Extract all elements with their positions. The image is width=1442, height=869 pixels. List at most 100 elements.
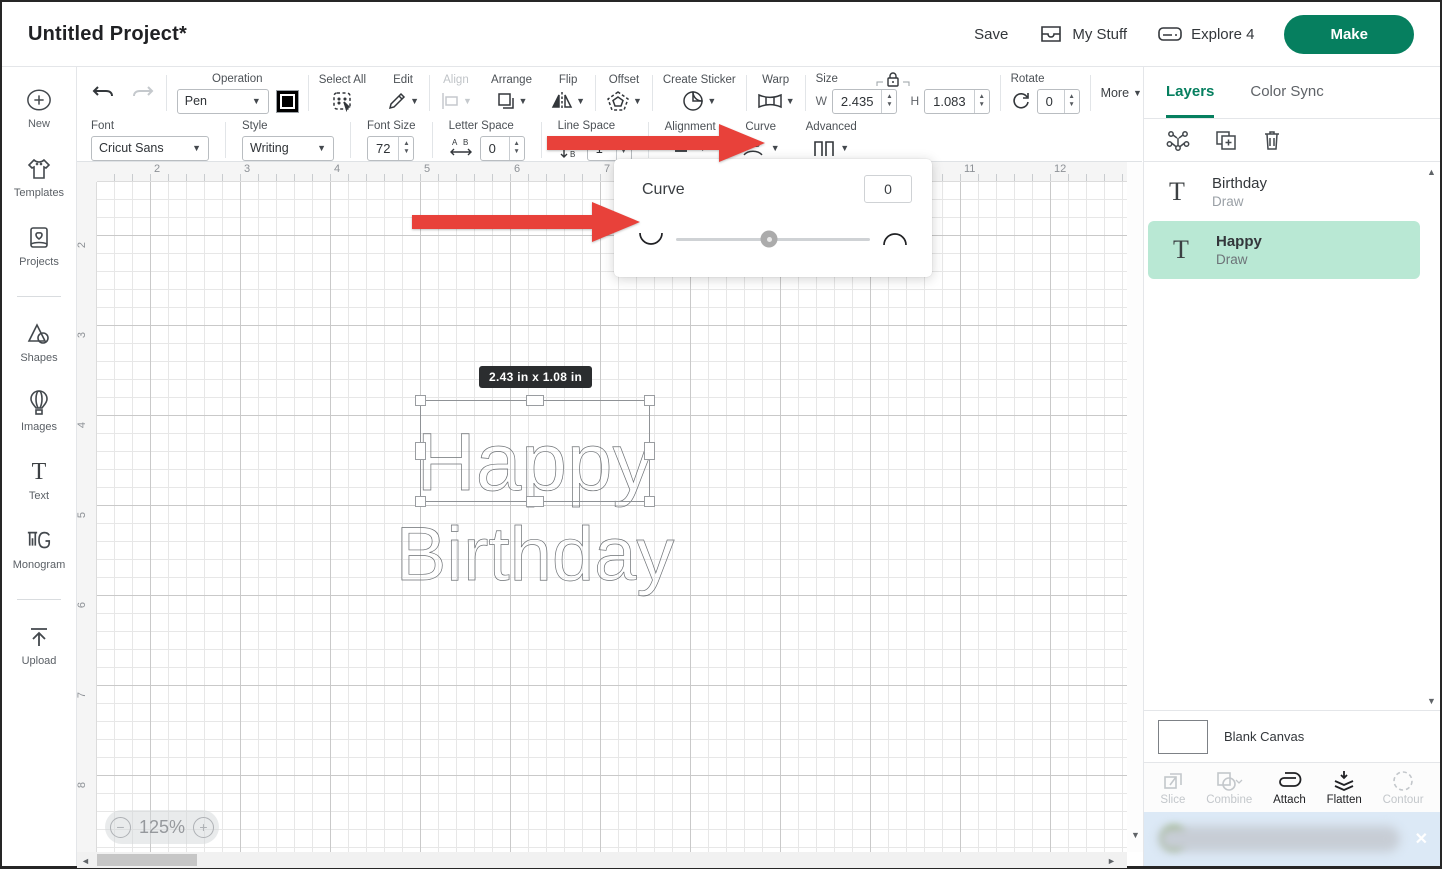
font-size-stepper[interactable]: ▲▼ — [398, 137, 413, 160]
explore-button[interactable]: Explore 4 — [1157, 21, 1254, 47]
width-input[interactable]: 2.435 ▲▼ — [832, 89, 898, 114]
curve-value-input[interactable]: 0 — [864, 175, 912, 203]
font-group: Font Cricut Sans▼ — [91, 120, 209, 161]
sidebar-item-text[interactable]: T Text — [26, 459, 52, 502]
my-stuff-button[interactable]: My Stuff — [1038, 21, 1127, 47]
letter-space-input[interactable]: 0 ▲▼ — [480, 136, 525, 161]
canvas-text-birthday[interactable]: Birthday — [396, 512, 675, 597]
selection-handle[interactable] — [415, 442, 426, 460]
sidebar-item-shapes[interactable]: Shapes — [20, 321, 57, 364]
size-lock-icon[interactable] — [876, 72, 910, 88]
undo-button[interactable] — [90, 82, 116, 104]
make-button[interactable]: Make — [1284, 15, 1414, 54]
selection-handle[interactable] — [644, 395, 655, 406]
edit-group: Edit ▼ — [387, 74, 419, 112]
curve-popup-title: Curve — [642, 181, 685, 199]
select-all-button[interactable] — [331, 90, 353, 112]
tab-layers[interactable]: Layers — [1166, 67, 1214, 118]
offset-button[interactable]: ▼ — [606, 90, 642, 112]
save-button[interactable]: Save — [974, 26, 1008, 43]
font-size-input[interactable]: 72 ▲▼ — [367, 136, 414, 161]
toast-blurred-text — [1158, 826, 1400, 852]
upload-icon — [26, 624, 52, 650]
sidebar-item-projects[interactable]: Projects — [19, 225, 59, 268]
font-select[interactable]: Cricut Sans▼ — [91, 136, 209, 161]
more-button[interactable]: More▼ — [1101, 86, 1142, 100]
project-title[interactable]: Untitled Project* — [28, 23, 187, 46]
selection-handle[interactable] — [526, 496, 544, 507]
scroll-left-arrow[interactable]: ◄ — [81, 856, 90, 866]
curve-slider-track[interactable] — [676, 238, 870, 241]
text-layer-icon: T — [1168, 235, 1194, 265]
sidebar-item-new[interactable]: New — [26, 87, 52, 130]
curve-up-icon — [882, 231, 908, 247]
toast-close-icon[interactable]: ✕ — [1415, 829, 1428, 849]
scroll-right-arrow[interactable]: ► — [1107, 856, 1116, 866]
style-select[interactable]: Writing▼ — [242, 136, 334, 161]
scroll-down-arrow[interactable]: ▼ — [1131, 830, 1140, 840]
rotate-icon[interactable] — [1011, 91, 1031, 111]
left-sidebar: New Templates Projects Shapes Images T T… — [2, 67, 77, 866]
zoom-in-button[interactable]: + — [193, 817, 214, 838]
width-stepper[interactable]: ▲▼ — [881, 90, 896, 113]
letter-space-icon: AB — [449, 137, 473, 159]
sidebar-item-monogram[interactable]: Monogram — [13, 528, 66, 571]
blank-canvas-label: Blank Canvas — [1224, 729, 1304, 744]
operation-group: Operation Pen▼ — [177, 73, 298, 114]
horizontal-scroll-thumb[interactable] — [97, 854, 197, 866]
height-input[interactable]: 1.083 ▲▼ — [924, 89, 990, 114]
horizontal-scrollbar[interactable]: ◄ ► — [77, 852, 1127, 868]
zoom-out-button[interactable]: − — [110, 817, 131, 838]
delete-icon[interactable] — [1262, 129, 1282, 151]
selection-handle[interactable] — [526, 395, 544, 406]
flatten-button[interactable]: Flatten — [1327, 770, 1362, 806]
align-button[interactable]: ▼ — [440, 90, 472, 112]
redo-button[interactable] — [130, 82, 156, 104]
layer-row-birthday[interactable]: T Birthday Draw — [1144, 163, 1424, 221]
layer-row-happy[interactable]: T Happy Draw — [1148, 221, 1420, 279]
selection-handle[interactable] — [644, 496, 655, 507]
height-stepper[interactable]: ▲▼ — [974, 90, 989, 113]
operation-select[interactable]: Pen▼ — [177, 89, 269, 114]
sidebar-item-upload[interactable]: Upload — [22, 624, 57, 667]
selection-handle[interactable] — [415, 395, 426, 406]
selection-box[interactable] — [420, 400, 650, 502]
selection-handle[interactable] — [415, 496, 426, 507]
rotate-stepper[interactable]: ▲▼ — [1064, 90, 1079, 113]
attach-button[interactable]: Attach — [1273, 770, 1306, 806]
slice-button[interactable]: Slice — [1160, 770, 1185, 806]
sidebar-item-templates[interactable]: Templates — [14, 156, 64, 199]
selection-handle[interactable] — [644, 442, 655, 460]
balloon-icon — [26, 390, 52, 416]
size-group: Size W 2.435 ▲▼ H 1.083 ▲▼ — [816, 73, 990, 114]
letter-space-group: Letter Space AB 0 ▲▼ — [449, 120, 525, 161]
arrange-button[interactable]: ▼ — [496, 90, 528, 112]
canvas-color-swatch[interactable] — [1158, 720, 1208, 754]
duplicate-icon[interactable] — [1214, 129, 1238, 151]
layer-scroll-up[interactable]: ▲ — [1427, 167, 1436, 177]
color-swatch[interactable] — [277, 91, 298, 112]
layer-scroll-down[interactable]: ▼ — [1427, 696, 1436, 706]
zoom-control: − 125% + — [105, 810, 219, 844]
create-sticker-button[interactable]: ▼ — [682, 90, 716, 112]
letter-space-stepper[interactable]: ▲▼ — [509, 137, 524, 160]
tab-color-sync[interactable]: Color Sync — [1250, 67, 1323, 118]
flip-button[interactable]: ▼ — [551, 90, 585, 112]
sidebar-item-images[interactable]: Images — [21, 390, 57, 433]
curve-slider-handle[interactable] — [761, 231, 778, 248]
flip-group: Flip ▼ — [551, 74, 585, 112]
rotate-input[interactable]: 0 ▲▼ — [1037, 89, 1080, 114]
arrange-group: Arrange ▼ — [491, 74, 532, 112]
vertical-scrollbar[interactable]: ▼ — [1127, 162, 1143, 852]
design-canvas[interactable]: 2 3 4 5 6 7 8 9 10 11 12 2 3 4 5 6 7 8 H… — [77, 162, 1127, 852]
advanced-button[interactable]: ▼ — [813, 137, 849, 159]
layer-list-scrollbar[interactable]: ▲ ▼ — [1426, 167, 1438, 706]
align-group: Align ▼ — [440, 74, 472, 112]
combine-button[interactable]: Combine — [1206, 770, 1252, 806]
group-icon[interactable] — [1166, 129, 1190, 151]
tshirt-icon — [26, 156, 52, 182]
warp-button[interactable]: ▼ — [757, 90, 795, 112]
contour-button[interactable]: Contour — [1383, 770, 1424, 806]
edit-button[interactable]: ▼ — [387, 90, 419, 112]
sidebar-divider — [17, 599, 61, 600]
